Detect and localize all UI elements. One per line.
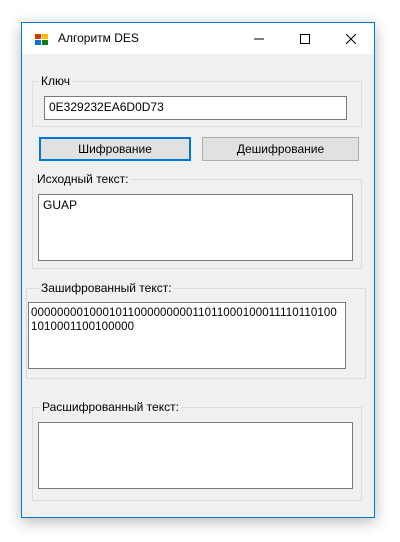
encrypt-button[interactable]: Шифрование (39, 137, 191, 161)
decrypted-text-label: Расшифрованный текст: (40, 400, 181, 414)
source-text-input[interactable]: GUAP (38, 194, 353, 261)
maximize-button[interactable] (282, 23, 328, 54)
decrypted-text-groupbox: Расшифрованный текст: (32, 400, 362, 501)
encrypted-text-label: Зашифрованный текст: (39, 281, 174, 295)
title-bar[interactable]: Алгоритм DES (22, 23, 374, 54)
source-text-groupbox: Исходный текст: GUAP (32, 172, 362, 269)
decrypted-text-output[interactable] (38, 422, 353, 489)
source-text-label: Исходный текст: (35, 172, 131, 186)
window-title: Алгоритм DES (58, 31, 139, 45)
minimize-button[interactable] (236, 23, 282, 54)
encrypted-text-groupbox: Зашифрованный текст: 0000000010001011000… (26, 281, 366, 379)
close-button[interactable] (328, 23, 374, 54)
minimize-icon (254, 38, 264, 39)
key-label: Ключ (39, 74, 72, 88)
des-window: Алгоритм DES Ключ 0E329232EA6D0D73 Шифро… (21, 22, 375, 518)
app-icon (35, 34, 48, 45)
key-groupbox: Ключ 0E329232EA6D0D73 (32, 74, 362, 127)
encrypted-text-output[interactable]: 0000000010001011000000000110110001000111… (28, 302, 346, 369)
key-input[interactable]: 0E329232EA6D0D73 (44, 96, 347, 120)
close-icon (346, 33, 356, 44)
decrypt-button[interactable]: Дешифрование (202, 137, 359, 161)
maximize-icon (300, 33, 310, 44)
